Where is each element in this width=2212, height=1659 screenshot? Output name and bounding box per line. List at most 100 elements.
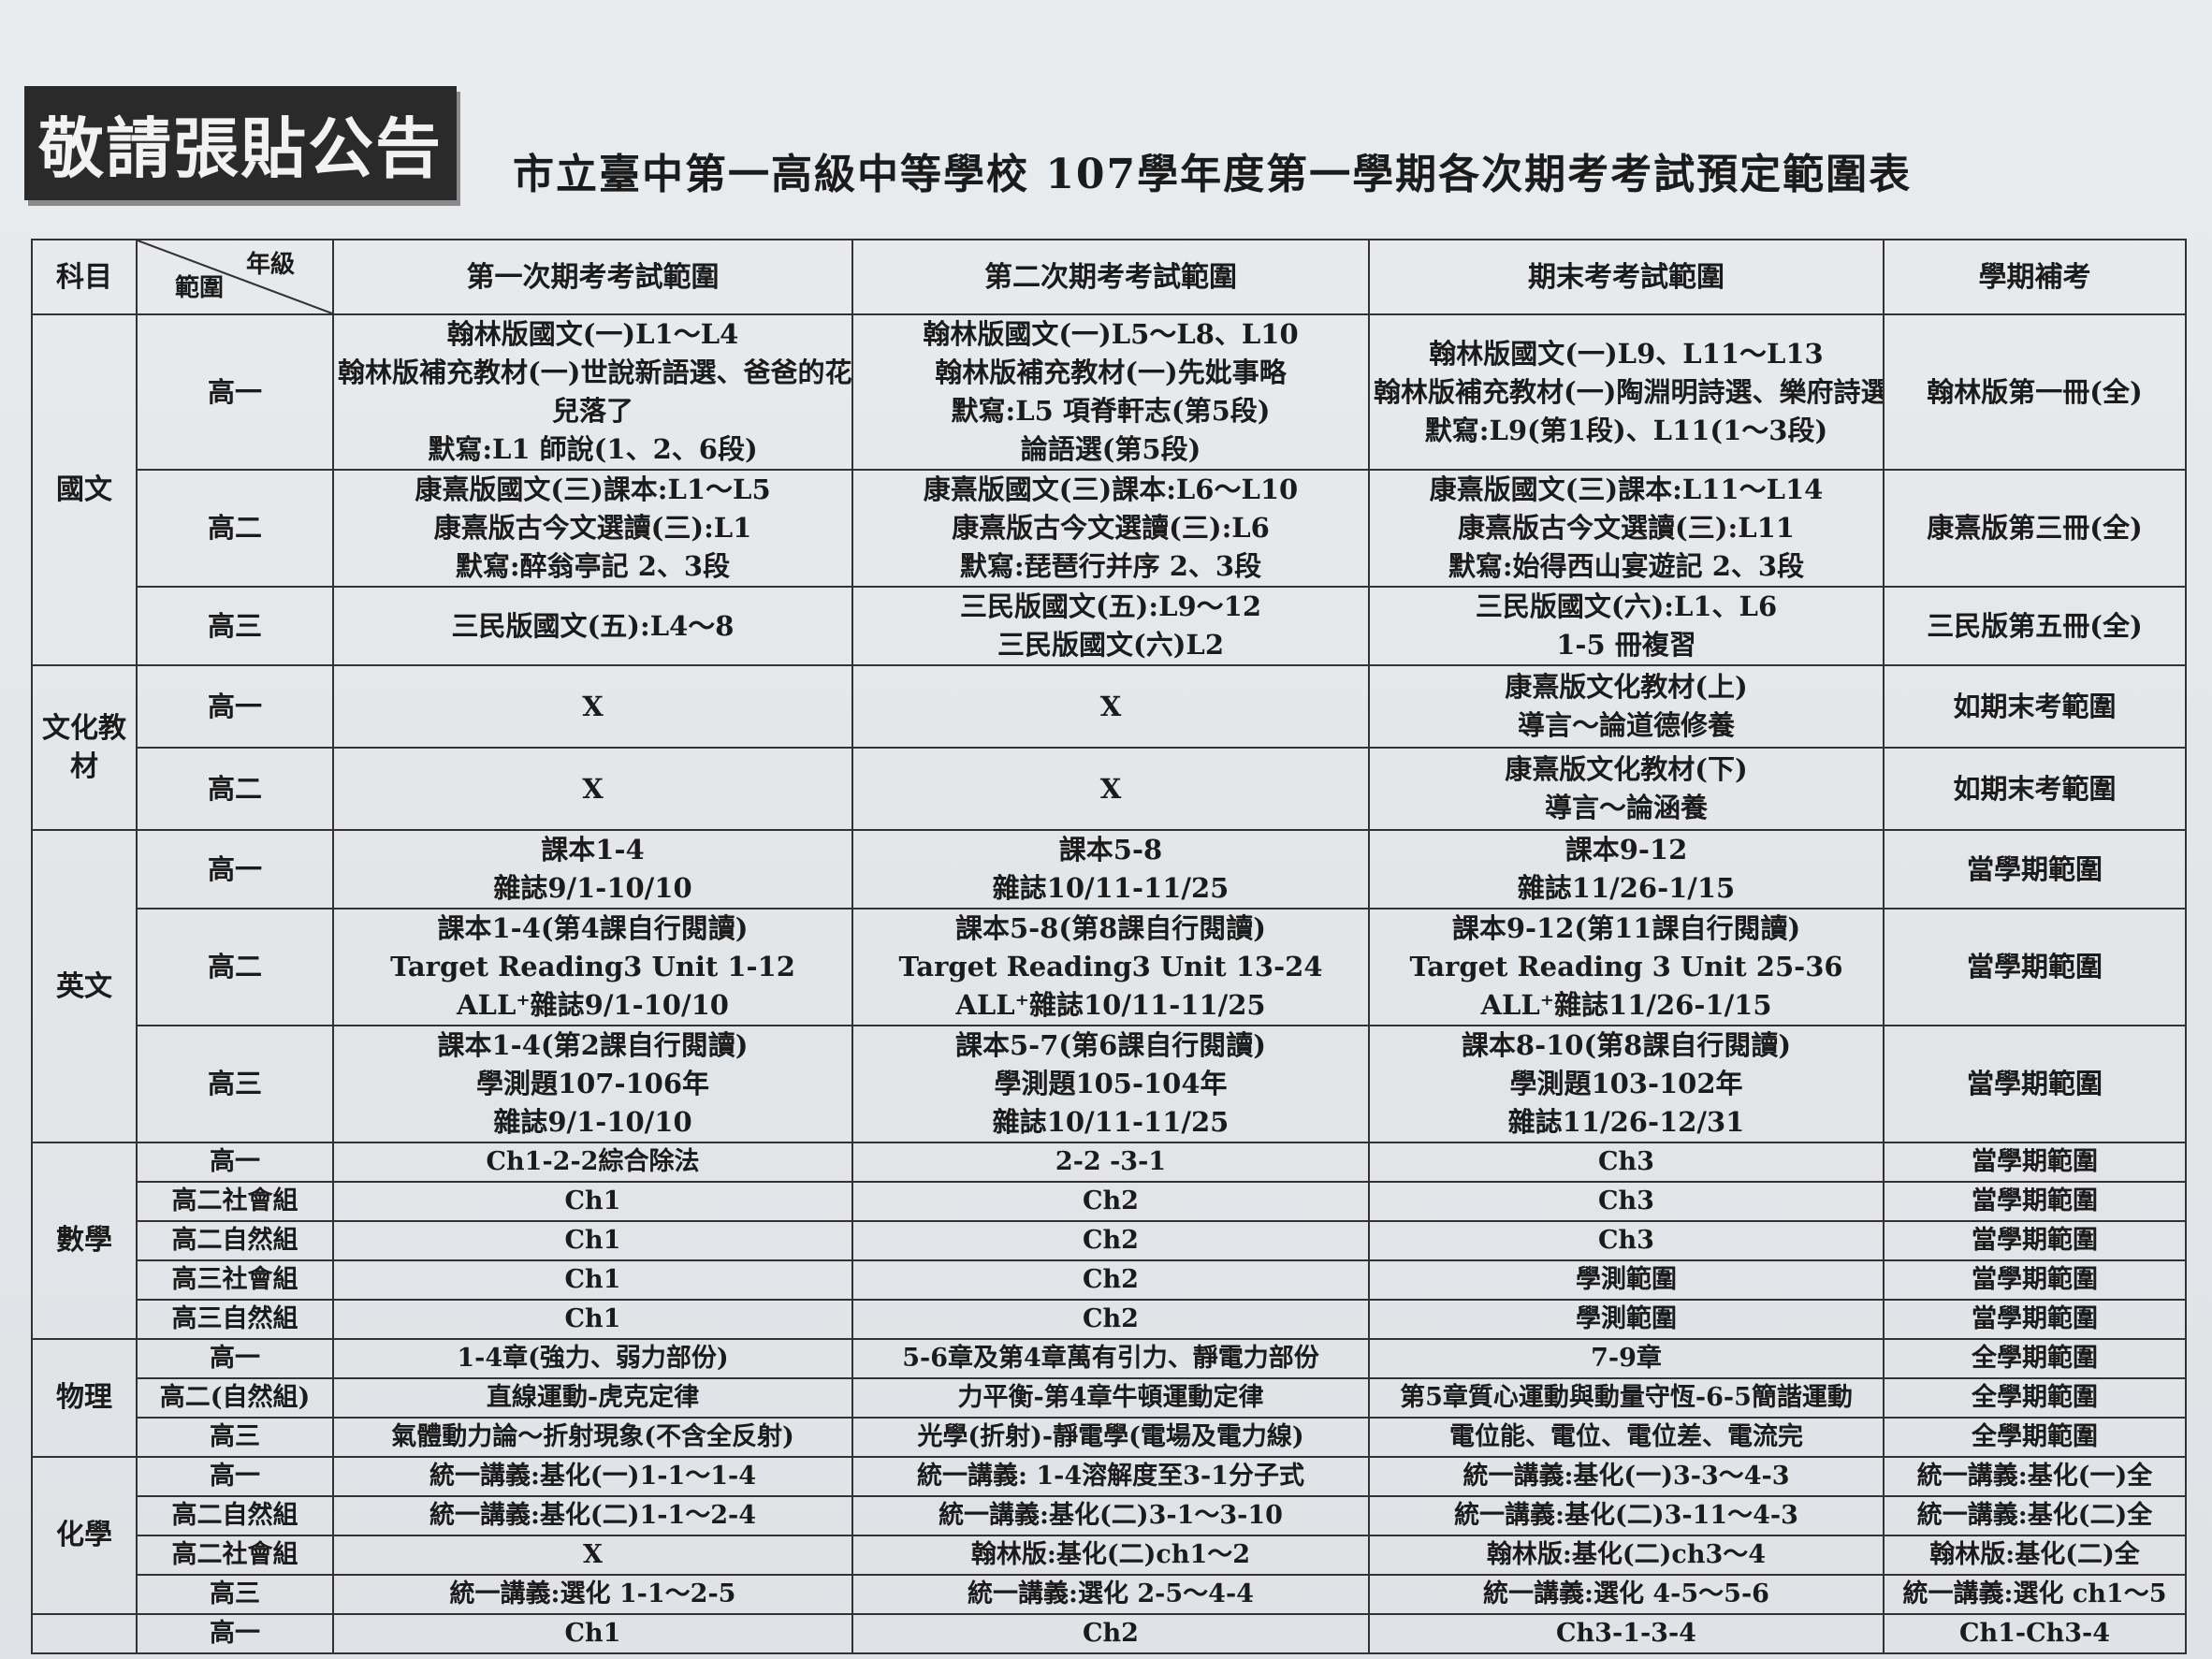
table-row: 高三 統一講義:選化 1-1～2-5 統一講義:選化 2-5～4-4 統一講義:選化 … bbox=[32, 1574, 2187, 1615]
grade-cell: 高三自然組 bbox=[136, 1299, 334, 1340]
exam1-line: 翰林版補充教材(一)世說新語選、爸爸的花 bbox=[338, 357, 852, 388]
makeup-cell: 當學期範圍 bbox=[1883, 1025, 2187, 1143]
makeup-cell: 當學期範圍 bbox=[1883, 1142, 2187, 1183]
final-line: 康熹版古今文選讀(三):L11 bbox=[1458, 512, 1795, 544]
final-line: Target Reading 3 Unit 25-36 bbox=[1409, 951, 1843, 982]
exam2-line: 默寫:琵琶行并序 2、3段 bbox=[959, 550, 1262, 582]
table-row: 數學 高一 Ch1-2-2綜合除法 2-2 -3-1 Ch3 當學期範圍 bbox=[31, 1142, 2187, 1340]
exam1-line: X bbox=[582, 690, 604, 722]
exam2-cell: 2-2 -3-1 bbox=[851, 1142, 1370, 1183]
final-line: 翰林版國文(一)L9、L11～L13 bbox=[1429, 337, 1824, 370]
exam1-line: 1-4章(強力、弱力部份) bbox=[457, 1344, 729, 1373]
makeup-cell: 當學期範圍 bbox=[1883, 829, 2187, 910]
exam1-cell: 課本1-4 雜誌9/1-10/10 bbox=[332, 829, 853, 910]
exam2-cell: 統一講義:選化 2-5～4-4 bbox=[851, 1574, 1370, 1615]
exam1-line: 學測題107-106年 bbox=[475, 1068, 710, 1099]
final-line: 翰林版補充教材(一)陶淵明詩選、樂府詩選 bbox=[1374, 375, 1884, 408]
final-line: 1-5 冊複習 bbox=[1556, 629, 1696, 661]
exam2-line: 三民版國文(五):L9～12 bbox=[959, 590, 1262, 622]
exam1-cell: X bbox=[332, 747, 853, 831]
table-row: 高二自然組 Ch1 Ch2 Ch3 當學期範圍 bbox=[32, 1220, 2187, 1261]
table-row: 高一 Ch1 Ch2 Ch3-1-3-4 Ch1-Ch3-4 bbox=[31, 1613, 2187, 1654]
exam2-line: 課本5-8(第8課自行閱讀) bbox=[954, 912, 1266, 944]
exam2-cell: 統一講義:基化(二)3-1～3-10 bbox=[851, 1495, 1370, 1536]
exam2-cell: Ch2 bbox=[851, 1220, 1370, 1261]
final-cell: 康熹版文化教材(上) 導言～論道德修養 bbox=[1368, 664, 1885, 749]
exam1-line: 課本1-4(第2課自行閱讀) bbox=[437, 1029, 749, 1061]
table-row: 化學 高一 統一講義:基化(一)1-1～1-4 統一講義: 1-4溶解度至3-1分子式… bbox=[31, 1456, 2187, 1615]
makeup-line: 翰林版:基化(二)全 bbox=[1929, 1540, 2140, 1569]
makeup-line: 全學期範圍 bbox=[1972, 1344, 2098, 1373]
makeup-cell: 統一講義:基化(二)全 bbox=[1883, 1495, 2187, 1536]
exam2-cell: 課本5-8(第8課自行閱讀) Target Reading3 Unit 13-24… bbox=[851, 908, 1370, 1026]
final-cell: Ch3-1-3-4 bbox=[1368, 1613, 1885, 1654]
grade-cell: 高一 bbox=[136, 1456, 334, 1497]
table-row: 高三 氣體動力論～折射現象(不含全反射) 光學(折射)-靜電學(電場及電力線) 電位能… bbox=[32, 1417, 2187, 1458]
table-row: 高二 課本1-4(第4課自行閱讀) Target Reading3 Unit 1-1… bbox=[32, 908, 2187, 1026]
final-cell: Ch3 bbox=[1368, 1220, 1885, 1261]
exam1-line: ALL⁺雜誌9/1-10/10 bbox=[457, 989, 729, 1021]
exam1-cell: 課本1-4(第4課自行閱讀) Target Reading3 Unit 1-12 A… bbox=[332, 908, 853, 1026]
table-row: 文化教材 高一 X X 康熹版文化教材(上) 導言～論道德修養 如期末考範圍 bbox=[31, 664, 2187, 831]
final-line: 學測題103-102年 bbox=[1509, 1068, 1743, 1099]
makeup-cell: 如期末考範圍 bbox=[1883, 747, 2187, 831]
final-line: 康熹版國文(三)課本:L11～L14 bbox=[1429, 473, 1824, 505]
makeup-line: 當學期範圍 bbox=[1972, 1186, 2098, 1215]
subject-cell: 化學 bbox=[31, 1456, 138, 1615]
exam2-line: 康熹版古今文選讀(三):L6 bbox=[952, 512, 1270, 544]
exam1-cell: Ch1 bbox=[332, 1220, 853, 1261]
subject-cell: 物理 bbox=[31, 1338, 138, 1458]
makeup-line: 如期末考範圍 bbox=[1953, 772, 2117, 805]
grade-cell: 高二自然組 bbox=[136, 1220, 334, 1261]
exam1-line: 默寫:醉翁亭記 2、3段 bbox=[455, 550, 731, 582]
exam2-line: Ch2 bbox=[1083, 1265, 1139, 1294]
exam2-cell: 課本5-8 雜誌10/11-11/25 bbox=[851, 829, 1370, 910]
final-cell: Ch3 bbox=[1368, 1142, 1885, 1183]
subject-cell: 數學 bbox=[31, 1142, 138, 1340]
exam1-cell: 課本1-4(第2課自行閱讀) 學測題107-106年 雜誌9/1-10/10 bbox=[332, 1025, 853, 1143]
makeup-line: 翰林版第一冊(全) bbox=[1927, 375, 2143, 408]
final-cell: 課本9-12 雜誌11/26-1/15 bbox=[1368, 829, 1885, 910]
final-line: 第5章質心運動與動量守恆-6-5簡諧運動 bbox=[1400, 1383, 1853, 1412]
header-final: 期末考考試範圍 bbox=[1368, 239, 1885, 315]
exam1-cell: 氣體動力論～折射現象(不含全反射) bbox=[332, 1417, 853, 1458]
exam2-cell: 翰林版:基化(二)ch1～2 bbox=[851, 1535, 1370, 1576]
makeup-cell: 全學期範圍 bbox=[1883, 1338, 2187, 1379]
final-line: 統一講義:基化(一)3-3～4-3 bbox=[1463, 1462, 1790, 1491]
exam1-cell: 三民版國文(五):L4～8 bbox=[332, 586, 853, 666]
grade-cell: 高三社會組 bbox=[136, 1259, 334, 1301]
grade-cell: 高三 bbox=[136, 1025, 334, 1143]
exam1-cell: 統一講義:基化(一)1-1～1-4 bbox=[332, 1456, 853, 1497]
table-row: 高三自然組 Ch1 Ch2 學測範圍 當學期範圍 bbox=[32, 1299, 2187, 1340]
exam1-line: Ch1 bbox=[564, 1619, 621, 1648]
makeup-cell: 當學期範圍 bbox=[1883, 908, 2187, 1026]
exam2-cell: 統一講義: 1-4溶解度至3-1分子式 bbox=[851, 1456, 1370, 1497]
exam1-line: Ch1-2-2綜合除法 bbox=[486, 1147, 700, 1176]
final-line: 導言～論涵養 bbox=[1544, 792, 1708, 823]
header-subject: 科目 bbox=[31, 239, 138, 315]
final-line: 統一講義:基化(二)3-11～4-3 bbox=[1454, 1501, 1798, 1530]
subject-cell: 國文 bbox=[31, 313, 138, 666]
final-line: 電位能、電位、電位差、電流完 bbox=[1449, 1422, 1803, 1451]
makeup-cell: 全學期範圍 bbox=[1883, 1377, 2187, 1419]
exam2-line: Ch2 bbox=[1083, 1619, 1139, 1648]
final-cell: 學測範圍 bbox=[1368, 1299, 1885, 1340]
table-row: 高二社會組 X 翰林版:基化(二)ch1～2 翰林版:基化(二)ch3～4 翰林版:基化… bbox=[32, 1535, 2187, 1576]
exam2-line: 默寫:L5 項脊軒志(第5段) bbox=[951, 395, 1271, 427]
exam2-line: Ch2 bbox=[1083, 1226, 1139, 1255]
makeup-cell: 康熹版第三冊(全) bbox=[1883, 469, 2187, 588]
exam2-line: Ch2 bbox=[1083, 1186, 1139, 1215]
exam1-line: 氣體動力論～折射現象(不含全反射) bbox=[391, 1422, 794, 1451]
grade-cell: 高一 bbox=[136, 313, 334, 471]
header-scope: 範圍 bbox=[175, 274, 225, 302]
makeup-line: 當學期範圍 bbox=[1972, 1304, 2098, 1333]
table-row: 英文 高一 課本1-4 雜誌9/1-10/10 課本5-8 雜誌10/11-11/25 課本… bbox=[31, 829, 2187, 1143]
final-line: 學測範圍 bbox=[1576, 1304, 1677, 1333]
exam1-line: 三民版國文(五):L4～8 bbox=[451, 609, 735, 642]
exam2-cell: 課本5-7(第6課自行閱讀) 學測題105-104年 雜誌10/11-11/25 bbox=[851, 1025, 1370, 1143]
exam2-line: 雜誌10/11-11/25 bbox=[992, 1106, 1230, 1138]
exam1-cell: Ch1 bbox=[332, 1299, 853, 1340]
exam1-cell: X bbox=[332, 1535, 853, 1576]
final-line: ALL⁺雜誌11/26-1/15 bbox=[1480, 989, 1772, 1021]
final-cell: 7-9章 bbox=[1368, 1338, 1885, 1379]
